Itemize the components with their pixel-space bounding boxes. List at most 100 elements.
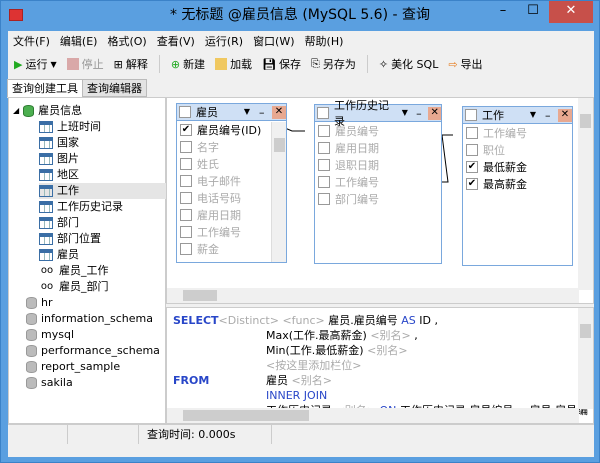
sql-alias[interactable]: ID ,: [419, 314, 438, 327]
sql-table[interactable]: 雇员: [266, 374, 288, 387]
table-box-scrollbar[interactable]: [271, 122, 286, 262]
table-box[interactable]: 工作 ▼ – ✕ 工作编号 职位 ✔ 最低薪金 ✔ 最高薪金: [462, 106, 573, 266]
select-all-checkbox[interactable]: [179, 106, 191, 118]
field-row[interactable]: 部门编号: [315, 190, 441, 207]
tree-item-database[interactable]: report_sample: [26, 359, 123, 375]
close-icon[interactable]: ✕: [558, 108, 572, 122]
field-row[interactable]: 雇用日期: [315, 139, 441, 156]
field-checkbox[interactable]: [180, 191, 192, 204]
field-row[interactable]: 工作编号: [463, 124, 572, 141]
tree-item-table[interactable]: 工作: [39, 183, 167, 199]
alias-placeholder[interactable]: <别名>: [292, 374, 332, 387]
field-row[interactable]: ✔ 最高薪金: [463, 175, 572, 192]
field-checkbox[interactable]: [318, 124, 330, 137]
field-row[interactable]: ✔ 雇员编号(ID): [177, 121, 286, 138]
menu-run[interactable]: 运行(R): [205, 33, 243, 51]
sql-hscroll[interactable]: [167, 408, 579, 423]
field-checkbox[interactable]: [318, 175, 330, 188]
tree-item-table[interactable]: 雇员: [39, 247, 167, 263]
sql-column[interactable]: Max(工作.最高薪金): [266, 329, 367, 342]
menu-view[interactable]: 查看(V): [157, 33, 195, 51]
minimize-button[interactable]: –: [489, 1, 517, 23]
field-checkbox[interactable]: [466, 126, 478, 139]
table-box-header[interactable]: 工作历史记录 ▼ – ✕: [315, 99, 441, 128]
field-checkbox[interactable]: [318, 141, 330, 154]
sql-join[interactable]: INNER JOIN: [266, 388, 327, 403]
tree-item-database[interactable]: mysql: [26, 327, 77, 343]
field-row[interactable]: 姓氏: [177, 155, 286, 172]
sql-column[interactable]: 雇员.雇员编号: [328, 314, 398, 327]
field-row[interactable]: 职位: [463, 141, 572, 158]
field-row[interactable]: 名字: [177, 138, 286, 155]
field-checkbox[interactable]: [180, 242, 192, 255]
table-box-header[interactable]: 雇员 ▼ – ✕: [177, 104, 286, 121]
dropdown-icon[interactable]: ▼: [526, 109, 540, 122]
field-checkbox[interactable]: [180, 157, 192, 170]
func-placeholder[interactable]: <func>: [282, 314, 324, 327]
field-checkbox[interactable]: [318, 158, 330, 171]
field-checkbox[interactable]: ✔: [466, 177, 478, 190]
add-column-placeholder[interactable]: <按这里添加栏位>: [266, 358, 361, 373]
field-checkbox[interactable]: [180, 208, 192, 221]
tree-item-database[interactable]: sakila: [26, 375, 76, 391]
dropdown-arrow-icon[interactable]: ▼: [50, 60, 56, 69]
tree-item-table[interactable]: 部门位置: [39, 231, 167, 247]
sql-vscroll[interactable]: [578, 308, 593, 409]
field-row[interactable]: 工作编号: [315, 173, 441, 190]
field-row[interactable]: 电话号码: [177, 189, 286, 206]
maximize-button[interactable]: ☐: [519, 1, 547, 23]
dropdown-icon[interactable]: ▼: [240, 106, 254, 119]
tree-item-database[interactable]: performance_schema: [26, 343, 163, 359]
run-button[interactable]: ▶ 运行 ▼: [12, 56, 59, 72]
select-all-checkbox[interactable]: [465, 109, 477, 121]
tree-item-table[interactable]: 国家: [39, 135, 167, 151]
tree-item-database[interactable]: information_schema: [26, 311, 156, 327]
tree-item-table[interactable]: 工作历史记录: [39, 199, 167, 215]
alias-placeholder[interactable]: <别名>: [370, 329, 410, 342]
beautify-sql-button[interactable]: ✧ 美化 SQL: [377, 56, 440, 72]
stop-button[interactable]: 停止: [65, 56, 106, 72]
dropdown-icon[interactable]: ▼: [399, 107, 412, 120]
field-checkbox[interactable]: ✔: [466, 160, 478, 173]
close-icon[interactable]: ✕: [272, 105, 286, 119]
close-button[interactable]: ✕: [549, 1, 593, 23]
field-row[interactable]: ✔ 最低薪金: [463, 158, 572, 175]
table-box[interactable]: 工作历史记录 ▼ – ✕ 雇员编号 雇用日期 退职日期 工作编号 部门编号: [314, 99, 442, 264]
explain-button[interactable]: ⊞ 解释: [112, 56, 150, 72]
tree-item-table[interactable]: 图片: [39, 151, 167, 167]
tree-item-view[interactable]: oo 雇员_工作: [39, 263, 112, 279]
select-all-checkbox[interactable]: [317, 107, 329, 119]
tab-query-builder[interactable]: 查询创建工具: [7, 79, 83, 98]
minimize-icon[interactable]: –: [416, 107, 423, 120]
menu-format[interactable]: 格式(O): [107, 33, 146, 51]
distinct-placeholder[interactable]: <Distinct>: [219, 314, 279, 327]
diagram-hscroll[interactable]: [167, 288, 579, 303]
save-button[interactable]: 💾︎ 保存: [260, 56, 303, 72]
table-box[interactable]: 雇员 ▼ – ✕ ✔ 雇员编号(ID) 名字 姓氏 电子邮件 电话号码 雇用日期 工作编号 薪金: [176, 103, 287, 263]
sql-column[interactable]: Min(工作.最低薪金): [266, 344, 364, 357]
field-row[interactable]: 退职日期: [315, 156, 441, 173]
new-button[interactable]: ⊕ 新建: [169, 56, 207, 72]
sql-preview[interactable]: SELECT<Distinct> <func> 雇员.雇员编号 AS ID , …: [166, 307, 594, 424]
tree-item-table[interactable]: 地区: [39, 167, 167, 183]
field-checkbox[interactable]: [180, 174, 192, 187]
menu-file[interactable]: 文件(F): [13, 33, 50, 51]
close-icon[interactable]: ✕: [428, 106, 441, 120]
field-checkbox[interactable]: ✔: [180, 123, 192, 136]
tree-item-table[interactable]: 上班时间: [39, 119, 167, 135]
field-row[interactable]: 电子邮件: [177, 172, 286, 189]
menu-window[interactable]: 窗口(W): [253, 33, 294, 51]
tree-item-database[interactable]: ◢ 雇员信息: [13, 103, 85, 119]
field-row[interactable]: 雇用日期: [177, 206, 286, 223]
menu-edit[interactable]: 编辑(E): [60, 33, 98, 51]
tree-item-view[interactable]: oo 雇员_部门: [39, 279, 112, 295]
minimize-icon[interactable]: –: [259, 106, 267, 119]
tab-query-editor[interactable]: 查询编辑器: [82, 79, 147, 97]
field-checkbox[interactable]: [318, 192, 330, 205]
expand-icon[interactable]: ◢: [13, 103, 19, 119]
load-button[interactable]: 加载: [213, 56, 254, 72]
field-row[interactable]: 薪金: [177, 240, 286, 257]
tree-item-table[interactable]: 部门: [39, 215, 167, 231]
alias-placeholder[interactable]: <别名>: [367, 344, 407, 357]
field-checkbox[interactable]: [466, 143, 478, 156]
